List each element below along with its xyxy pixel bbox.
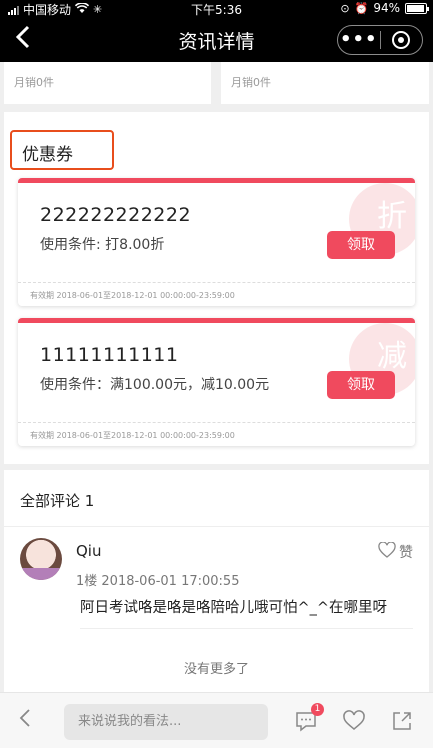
bottom-action-bar: 来说说我的看法... 1	[0, 692, 433, 748]
battery-icon	[405, 2, 429, 14]
no-more-text: 没有更多了	[183, 662, 249, 677]
coupon-condition: 使用条件：满100.00元，减10.00元	[40, 377, 270, 393]
mini-program-capsule: •••	[337, 25, 423, 55]
navigation-bar: 资讯详情 •••	[0, 18, 433, 62]
comment-section: 全部评论 1 Qiu 赞 1楼 2018-06-01 17:00:55 阿日考试…	[4, 470, 429, 692]
coupon-name: 11111111111	[40, 344, 179, 366]
more-options-icon[interactable]: •••	[338, 31, 380, 49]
product-sales: 月销0件	[14, 76, 54, 89]
coupon-top-bar	[18, 318, 415, 323]
product-card[interactable]: 月销0件	[221, 62, 429, 104]
share-icon[interactable]	[390, 709, 414, 733]
comment-badge: 1	[311, 703, 324, 716]
coupon-card: 减 11111111111 使用条件：满100.00元，减10.00元 领取 有…	[18, 318, 415, 446]
back-chevron-icon[interactable]	[18, 707, 32, 735]
claim-coupon-button[interactable]: 领取	[327, 231, 395, 259]
coupon-condition: 使用条件: 打8.00折	[40, 237, 165, 253]
coupon-section-title: 优惠券	[22, 145, 73, 165]
product-grid: 月销0件 月销0件	[0, 62, 433, 108]
comment-count-title: 全部评论 1	[20, 492, 95, 510]
comment-username: Qiu	[76, 542, 102, 560]
comment-input[interactable]: 来说说我的看法...	[64, 704, 268, 740]
claim-coupon-button[interactable]: 领取	[327, 371, 395, 399]
comment-meta: 1楼 2018-06-01 17:00:55	[76, 574, 240, 589]
like-button[interactable]: 赞	[378, 541, 413, 562]
alarm-icon: ⏰	[354, 1, 369, 15]
status-bar: 中国移动 ✳ 下午5:36 ⊙ ⏰ 94%	[0, 0, 433, 18]
coupon-top-bar	[18, 178, 415, 183]
divider	[80, 628, 413, 629]
like-label: 赞	[399, 545, 413, 561]
coupon-validity: 有效期 2018-06-01至2018-12-01 00:00:00-23:59…	[30, 291, 235, 300]
product-card[interactable]: 月销0件	[4, 62, 211, 104]
battery-percent: 94%	[373, 1, 400, 15]
coupon-section: 优惠券 折 222222222222 使用条件: 打8.00折 领取 有效期 2…	[4, 112, 429, 464]
rotation-lock-icon: ⊙	[340, 1, 350, 15]
divider	[4, 526, 429, 527]
product-sales: 月销0件	[231, 76, 271, 89]
close-mini-program-icon[interactable]	[381, 31, 423, 49]
comment-text: 阿日考试咯是咯是咯陪哈儿哦可怕^_^在哪里呀	[80, 600, 388, 616]
coupon-section-header: 优惠券	[10, 130, 114, 170]
comment-icon[interactable]: 1	[294, 703, 324, 733]
coupon-validity: 有效期 2018-06-01至2018-12-01 00:00:00-23:59…	[30, 431, 235, 440]
coupon-divider	[18, 422, 415, 423]
favorite-heart-icon[interactable]	[342, 709, 366, 733]
coupon-card: 折 222222222222 使用条件: 打8.00折 领取 有效期 2018-…	[18, 178, 415, 306]
coupon-name: 222222222222	[40, 204, 192, 226]
coupon-divider	[18, 282, 415, 283]
heart-icon	[378, 541, 396, 562]
avatar[interactable]	[20, 538, 62, 580]
